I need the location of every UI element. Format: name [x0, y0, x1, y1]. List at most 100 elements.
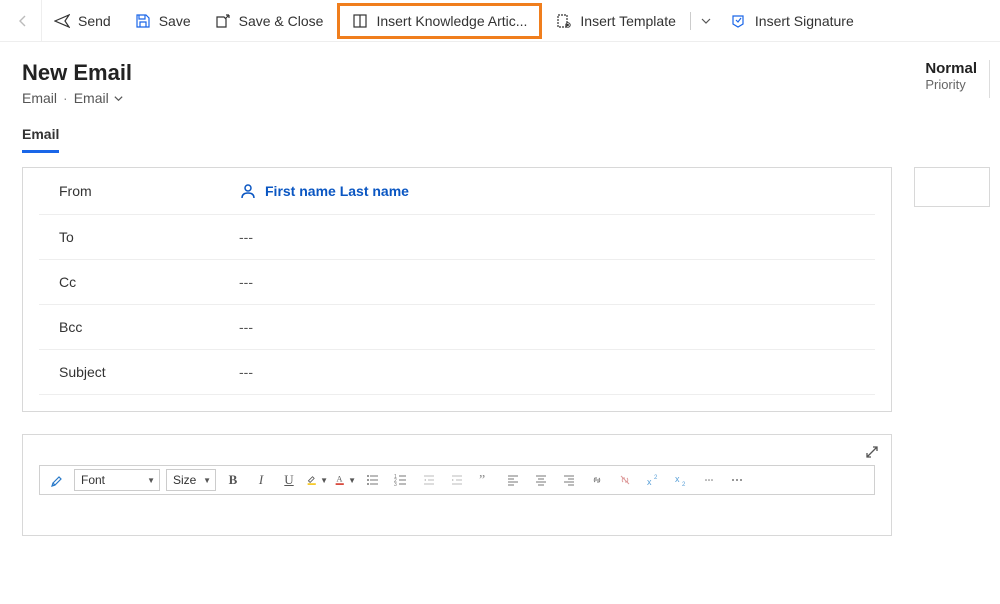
- align-right-button[interactable]: [558, 469, 580, 491]
- font-select-label: Font: [81, 473, 105, 487]
- insert-template-button[interactable]: Insert Template: [544, 0, 687, 42]
- signature-icon: [731, 13, 747, 29]
- from-name: First name Last name: [265, 183, 409, 199]
- save-button[interactable]: Save: [123, 0, 203, 42]
- insert-signature-button[interactable]: Insert Signature: [719, 0, 866, 42]
- cc-value: ---: [239, 274, 855, 290]
- indent-icon: [450, 473, 464, 487]
- toolbar-divider: [690, 12, 691, 30]
- size-select-label: Size: [173, 473, 196, 487]
- send-label: Send: [78, 13, 111, 29]
- svg-text:x: x: [647, 477, 652, 487]
- numbered-list-icon: 123: [394, 473, 408, 487]
- page-header: New Email Email · Email Normal Priority: [0, 42, 1000, 112]
- superscript-icon: x2: [646, 473, 660, 487]
- unlink-button[interactable]: [614, 469, 636, 491]
- field-from[interactable]: From First name Last name: [39, 168, 875, 215]
- bullet-list-icon: [366, 473, 380, 487]
- from-value[interactable]: First name Last name: [239, 182, 409, 200]
- field-to[interactable]: To ---: [39, 215, 875, 260]
- format-painter-button[interactable]: [46, 469, 68, 491]
- font-color-icon: A: [334, 473, 347, 487]
- save-close-icon: [215, 13, 231, 29]
- breadcrumb: Email · Email: [22, 90, 132, 106]
- link-button[interactable]: [586, 469, 608, 491]
- svg-text:”: ”: [479, 473, 485, 487]
- status-value: Normal: [925, 60, 977, 77]
- book-icon: [352, 13, 368, 29]
- subscript-button[interactable]: x2: [670, 469, 692, 491]
- align-right-icon: [562, 473, 576, 487]
- blockquote-button[interactable]: ”: [474, 469, 496, 491]
- tab-bar: Email: [0, 112, 1000, 153]
- highlight-color-button[interactable]: ▼: [306, 469, 328, 491]
- dropdown-arrow-icon: ▼: [147, 476, 155, 485]
- font-color-button[interactable]: A ▼: [334, 469, 356, 491]
- breadcrumb-separator: ·: [63, 90, 68, 106]
- bold-button[interactable]: B: [222, 469, 244, 491]
- save-close-button[interactable]: Save & Close: [203, 0, 336, 42]
- expand-button[interactable]: [865, 445, 879, 462]
- breadcrumb-entity-selector[interactable]: Email: [74, 90, 124, 106]
- back-button[interactable]: [4, 0, 42, 42]
- align-left-button[interactable]: [502, 469, 524, 491]
- align-left-icon: [506, 473, 520, 487]
- outdent-button[interactable]: [418, 469, 440, 491]
- insert-template-more-button[interactable]: [693, 0, 719, 42]
- breadcrumb-entity-label: Email: [74, 90, 109, 106]
- body-area: From First name Last name To --- Cc --- …: [0, 153, 1000, 412]
- strikethrough-button[interactable]: [698, 469, 720, 491]
- insert-knowledge-button[interactable]: Insert Knowledge Artic...: [337, 3, 542, 39]
- rich-text-editor: Font ▼ Size ▼ B I U ▼ A ▼ 123: [22, 434, 892, 536]
- email-form-card: From First name Last name To --- Cc --- …: [22, 167, 892, 412]
- chevron-down-icon: [700, 15, 712, 27]
- template-icon: [556, 13, 572, 29]
- svg-text:2: 2: [682, 482, 686, 487]
- insert-signature-label: Insert Signature: [755, 13, 854, 29]
- bullet-list-button[interactable]: [362, 469, 384, 491]
- field-subject[interactable]: Subject ---: [39, 350, 875, 395]
- field-cc[interactable]: Cc ---: [39, 260, 875, 305]
- align-center-icon: [534, 473, 548, 487]
- tab-email[interactable]: Email: [22, 126, 59, 153]
- subscript-icon: x2: [674, 473, 688, 487]
- italic-button[interactable]: I: [250, 469, 272, 491]
- more-icon: [730, 473, 744, 487]
- more-button[interactable]: [726, 469, 748, 491]
- outdent-icon: [422, 473, 436, 487]
- quote-icon: ”: [478, 473, 492, 487]
- page-title: New Email: [22, 60, 132, 86]
- chevron-down-icon: [113, 93, 124, 104]
- align-center-button[interactable]: [530, 469, 552, 491]
- font-select[interactable]: Font ▼: [74, 469, 160, 491]
- side-panel[interactable]: [914, 167, 990, 207]
- to-value: ---: [239, 229, 855, 245]
- save-close-label: Save & Close: [239, 13, 324, 29]
- save-label: Save: [159, 13, 191, 29]
- link-icon: [590, 473, 604, 487]
- size-select[interactable]: Size ▼: [166, 469, 216, 491]
- to-label: To: [59, 229, 239, 245]
- highlight-icon: [306, 473, 319, 487]
- bcc-value: ---: [239, 319, 855, 335]
- superscript-button[interactable]: x2: [642, 469, 664, 491]
- indent-button[interactable]: [446, 469, 468, 491]
- insert-template-label: Insert Template: [580, 13, 675, 29]
- subject-value: ---: [239, 364, 855, 380]
- status-priority[interactable]: Normal Priority: [917, 60, 990, 98]
- bcc-label: Bcc: [59, 319, 239, 335]
- numbered-list-button[interactable]: 123: [390, 469, 412, 491]
- expand-icon: [865, 445, 879, 459]
- from-label: From: [59, 183, 239, 199]
- svg-text:x: x: [675, 474, 680, 484]
- dropdown-arrow-icon: ▼: [320, 476, 328, 485]
- svg-text:A: A: [336, 475, 342, 484]
- send-button[interactable]: Send: [42, 0, 123, 42]
- command-bar: Send Save Save & Close Insert Knowledge …: [0, 0, 1000, 42]
- paintbrush-icon: [50, 473, 64, 487]
- breadcrumb-type: Email: [22, 90, 57, 106]
- cc-label: Cc: [59, 274, 239, 290]
- field-bcc[interactable]: Bcc ---: [39, 305, 875, 350]
- send-icon: [54, 13, 70, 29]
- underline-button[interactable]: U: [278, 469, 300, 491]
